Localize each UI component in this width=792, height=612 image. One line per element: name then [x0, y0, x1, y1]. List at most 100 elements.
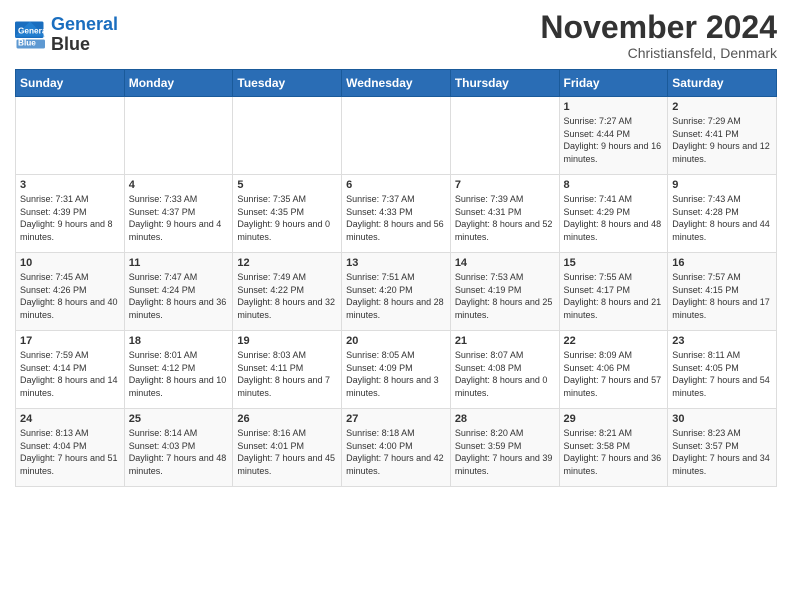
- svg-text:General: General: [18, 26, 45, 35]
- day-number: 9: [672, 179, 772, 191]
- day-number: 1: [564, 101, 664, 113]
- day-number: 25: [129, 413, 229, 425]
- calendar-cell: 14 Sunrise: 7:53 AMSunset: 4:19 PMDaylig…: [450, 253, 559, 331]
- weekday-header: Tuesday: [233, 70, 342, 97]
- day-info: Sunrise: 8:13 AMSunset: 4:04 PMDaylight:…: [20, 428, 118, 476]
- calendar-cell: 28 Sunrise: 8:20 AMSunset: 3:59 PMDaylig…: [450, 409, 559, 487]
- day-info: Sunrise: 7:55 AMSunset: 4:17 PMDaylight:…: [564, 272, 662, 320]
- calendar-cell: [233, 97, 342, 175]
- day-number: 17: [20, 335, 120, 347]
- calendar-cell: 7 Sunrise: 7:39 AMSunset: 4:31 PMDayligh…: [450, 175, 559, 253]
- day-info: Sunrise: 7:27 AMSunset: 4:44 PMDaylight:…: [564, 116, 662, 164]
- day-info: Sunrise: 7:29 AMSunset: 4:41 PMDaylight:…: [672, 116, 770, 164]
- calendar-week-row: 10 Sunrise: 7:45 AMSunset: 4:26 PMDaylig…: [16, 253, 777, 331]
- day-number: 28: [455, 413, 555, 425]
- day-info: Sunrise: 8:11 AMSunset: 4:05 PMDaylight:…: [672, 350, 770, 398]
- day-number: 16: [672, 257, 772, 269]
- day-info: Sunrise: 7:53 AMSunset: 4:19 PMDaylight:…: [455, 272, 553, 320]
- day-info: Sunrise: 7:41 AMSunset: 4:29 PMDaylight:…: [564, 194, 662, 242]
- logo-icon: General Blue: [15, 21, 45, 49]
- calendar-cell: 17 Sunrise: 7:59 AMSunset: 4:14 PMDaylig…: [16, 331, 125, 409]
- calendar-cell: 23 Sunrise: 8:11 AMSunset: 4:05 PMDaylig…: [668, 331, 777, 409]
- day-number: 7: [455, 179, 555, 191]
- day-number: 11: [129, 257, 229, 269]
- calendar-week-row: 17 Sunrise: 7:59 AMSunset: 4:14 PMDaylig…: [16, 331, 777, 409]
- day-number: 12: [237, 257, 337, 269]
- day-number: 6: [346, 179, 446, 191]
- day-number: 20: [346, 335, 446, 347]
- day-info: Sunrise: 8:09 AMSunset: 4:06 PMDaylight:…: [564, 350, 662, 398]
- day-info: Sunrise: 7:43 AMSunset: 4:28 PMDaylight:…: [672, 194, 770, 242]
- day-number: 10: [20, 257, 120, 269]
- day-number: 29: [564, 413, 664, 425]
- calendar-cell: 24 Sunrise: 8:13 AMSunset: 4:04 PMDaylig…: [16, 409, 125, 487]
- day-info: Sunrise: 7:31 AMSunset: 4:39 PMDaylight:…: [20, 194, 113, 242]
- day-info: Sunrise: 7:45 AMSunset: 4:26 PMDaylight:…: [20, 272, 118, 320]
- calendar-cell: 13 Sunrise: 7:51 AMSunset: 4:20 PMDaylig…: [342, 253, 451, 331]
- weekday-header: Monday: [124, 70, 233, 97]
- calendar-cell: 11 Sunrise: 7:47 AMSunset: 4:24 PMDaylig…: [124, 253, 233, 331]
- calendar-table: SundayMondayTuesdayWednesdayThursdayFrid…: [15, 69, 777, 487]
- weekday-header: Friday: [559, 70, 668, 97]
- calendar-cell: 15 Sunrise: 7:55 AMSunset: 4:17 PMDaylig…: [559, 253, 668, 331]
- weekday-header: Saturday: [668, 70, 777, 97]
- calendar-week-row: 1 Sunrise: 7:27 AMSunset: 4:44 PMDayligh…: [16, 97, 777, 175]
- logo-text: General Blue: [51, 15, 118, 55]
- day-number: 30: [672, 413, 772, 425]
- day-number: 23: [672, 335, 772, 347]
- day-info: Sunrise: 7:59 AMSunset: 4:14 PMDaylight:…: [20, 350, 118, 398]
- calendar-week-row: 24 Sunrise: 8:13 AMSunset: 4:04 PMDaylig…: [16, 409, 777, 487]
- day-info: Sunrise: 7:39 AMSunset: 4:31 PMDaylight:…: [455, 194, 553, 242]
- calendar-cell: 4 Sunrise: 7:33 AMSunset: 4:37 PMDayligh…: [124, 175, 233, 253]
- calendar-cell: [124, 97, 233, 175]
- day-info: Sunrise: 8:07 AMSunset: 4:08 PMDaylight:…: [455, 350, 548, 398]
- calendar-cell: 30 Sunrise: 8:23 AMSunset: 3:57 PMDaylig…: [668, 409, 777, 487]
- month-title: November 2024: [540, 10, 777, 45]
- logo: General Blue General Blue: [15, 15, 118, 55]
- calendar-cell: [16, 97, 125, 175]
- calendar-header-row: SundayMondayTuesdayWednesdayThursdayFrid…: [16, 70, 777, 97]
- day-number: 19: [237, 335, 337, 347]
- calendar-cell: 26 Sunrise: 8:16 AMSunset: 4:01 PMDaylig…: [233, 409, 342, 487]
- day-number: 8: [564, 179, 664, 191]
- day-info: Sunrise: 8:21 AMSunset: 3:58 PMDaylight:…: [564, 428, 662, 476]
- day-number: 24: [20, 413, 120, 425]
- day-info: Sunrise: 8:14 AMSunset: 4:03 PMDaylight:…: [129, 428, 227, 476]
- day-number: 15: [564, 257, 664, 269]
- weekday-header: Wednesday: [342, 70, 451, 97]
- day-info: Sunrise: 8:23 AMSunset: 3:57 PMDaylight:…: [672, 428, 770, 476]
- calendar-cell: 5 Sunrise: 7:35 AMSunset: 4:35 PMDayligh…: [233, 175, 342, 253]
- day-number: 4: [129, 179, 229, 191]
- svg-text:Blue: Blue: [18, 38, 36, 47]
- day-info: Sunrise: 8:01 AMSunset: 4:12 PMDaylight:…: [129, 350, 227, 398]
- calendar-cell: 6 Sunrise: 7:37 AMSunset: 4:33 PMDayligh…: [342, 175, 451, 253]
- calendar-cell: 27 Sunrise: 8:18 AMSunset: 4:00 PMDaylig…: [342, 409, 451, 487]
- day-info: Sunrise: 8:03 AMSunset: 4:11 PMDaylight:…: [237, 350, 330, 398]
- calendar-cell: 22 Sunrise: 8:09 AMSunset: 4:06 PMDaylig…: [559, 331, 668, 409]
- calendar-cell: 25 Sunrise: 8:14 AMSunset: 4:03 PMDaylig…: [124, 409, 233, 487]
- calendar-cell: 29 Sunrise: 8:21 AMSunset: 3:58 PMDaylig…: [559, 409, 668, 487]
- day-info: Sunrise: 8:16 AMSunset: 4:01 PMDaylight:…: [237, 428, 335, 476]
- calendar-cell: 16 Sunrise: 7:57 AMSunset: 4:15 PMDaylig…: [668, 253, 777, 331]
- calendar-cell: 2 Sunrise: 7:29 AMSunset: 4:41 PMDayligh…: [668, 97, 777, 175]
- title-block: November 2024 Christiansfeld, Denmark: [540, 10, 777, 61]
- day-number: 22: [564, 335, 664, 347]
- page-header: General Blue General Blue November 2024 …: [15, 10, 777, 61]
- day-number: 14: [455, 257, 555, 269]
- calendar-cell: 3 Sunrise: 7:31 AMSunset: 4:39 PMDayligh…: [16, 175, 125, 253]
- calendar-cell: 19 Sunrise: 8:03 AMSunset: 4:11 PMDaylig…: [233, 331, 342, 409]
- day-info: Sunrise: 7:51 AMSunset: 4:20 PMDaylight:…: [346, 272, 444, 320]
- day-number: 3: [20, 179, 120, 191]
- day-info: Sunrise: 7:37 AMSunset: 4:33 PMDaylight:…: [346, 194, 444, 242]
- calendar-cell: 9 Sunrise: 7:43 AMSunset: 4:28 PMDayligh…: [668, 175, 777, 253]
- weekday-header: Thursday: [450, 70, 559, 97]
- calendar-cell: 18 Sunrise: 8:01 AMSunset: 4:12 PMDaylig…: [124, 331, 233, 409]
- calendar-cell: 10 Sunrise: 7:45 AMSunset: 4:26 PMDaylig…: [16, 253, 125, 331]
- day-info: Sunrise: 7:49 AMSunset: 4:22 PMDaylight:…: [237, 272, 335, 320]
- day-info: Sunrise: 8:05 AMSunset: 4:09 PMDaylight:…: [346, 350, 439, 398]
- day-number: 5: [237, 179, 337, 191]
- calendar-cell: 1 Sunrise: 7:27 AMSunset: 4:44 PMDayligh…: [559, 97, 668, 175]
- day-info: Sunrise: 8:18 AMSunset: 4:00 PMDaylight:…: [346, 428, 444, 476]
- day-number: 21: [455, 335, 555, 347]
- day-info: Sunrise: 7:33 AMSunset: 4:37 PMDaylight:…: [129, 194, 222, 242]
